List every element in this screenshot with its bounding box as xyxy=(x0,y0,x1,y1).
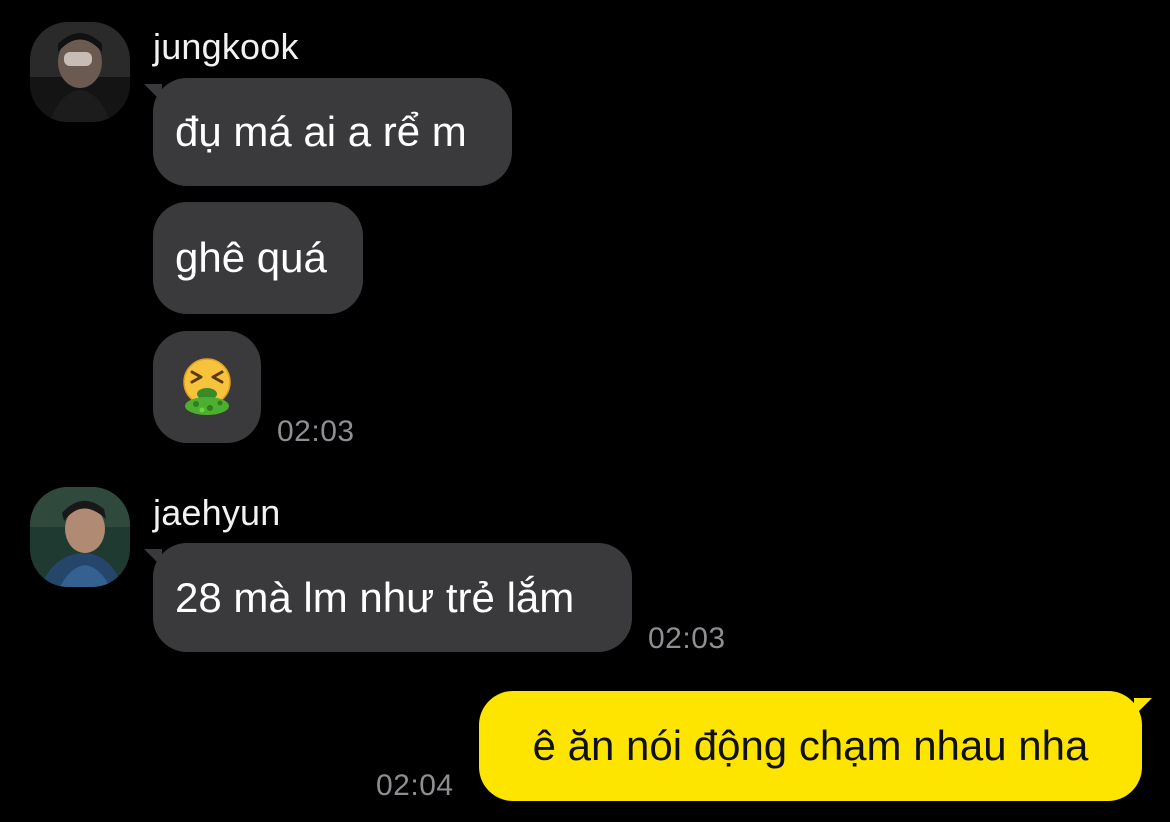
avatar-jaehyun[interactable] xyxy=(30,487,130,587)
message-text: ghê quá xyxy=(175,234,327,281)
message-text: 28 mà lm như trẻ lắm xyxy=(175,573,575,621)
profile-photo-icon xyxy=(30,22,130,122)
message-bubble[interactable]: ghê quá xyxy=(153,202,363,314)
outgoing-message-bubble[interactable]: ê ăn nói động chạm nhau nha xyxy=(479,691,1142,801)
message-bubble[interactable]: đụ má ai a rể m xyxy=(153,78,512,186)
message-text: đụ má ai a rể m xyxy=(175,108,467,155)
profile-photo-icon xyxy=(30,487,130,587)
message-bubble[interactable]: 28 mà lm như trẻ lắm xyxy=(153,543,632,652)
avatar-jungkook[interactable] xyxy=(30,22,130,122)
timestamp: 02:03 xyxy=(648,622,726,655)
sender-name: jaehyun xyxy=(153,492,281,533)
sender-name: jungkook xyxy=(153,26,299,67)
message-text: ê ăn nói động chạm nhau nha xyxy=(532,722,1089,769)
timestamp: 02:04 xyxy=(376,769,454,802)
timestamp: 02:03 xyxy=(277,415,355,448)
face-vomiting-emoji-icon xyxy=(183,358,231,415)
emoji-message-bubble[interactable] xyxy=(153,331,261,443)
